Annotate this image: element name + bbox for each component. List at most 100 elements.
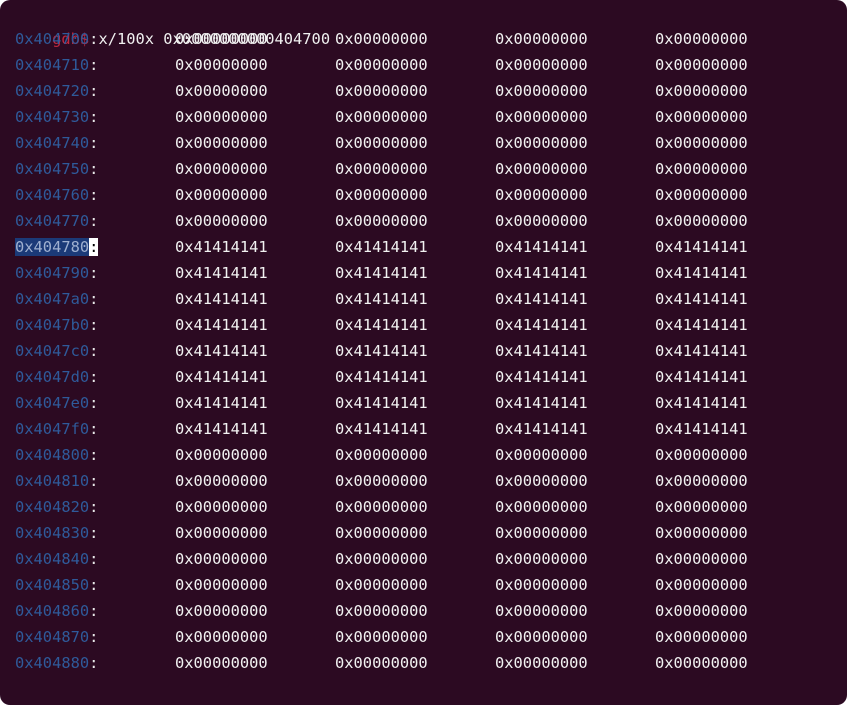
memory-word[interactable]: 0x00000000 bbox=[175, 78, 268, 104]
memory-word[interactable]: 0x00000000 bbox=[335, 572, 428, 598]
memory-word[interactable]: 0x41414141 bbox=[175, 312, 268, 338]
memory-word[interactable]: 0x41414141 bbox=[175, 234, 268, 260]
memory-word[interactable]: 0x41414141 bbox=[655, 260, 748, 286]
memory-address[interactable]: 0x404720 bbox=[15, 82, 89, 100]
memory-word[interactable]: 0x00000000 bbox=[655, 104, 748, 130]
memory-word[interactable]: 0x00000000 bbox=[335, 598, 428, 624]
memory-address[interactable]: 0x4047c0 bbox=[15, 342, 89, 360]
memory-word[interactable]: 0x41414141 bbox=[335, 260, 428, 286]
memory-address[interactable]: 0x404810 bbox=[15, 472, 89, 490]
memory-word[interactable]: 0x00000000 bbox=[335, 78, 428, 104]
memory-word[interactable]: 0x00000000 bbox=[175, 598, 268, 624]
memory-word[interactable]: 0x00000000 bbox=[335, 182, 428, 208]
memory-address[interactable]: 0x404870 bbox=[15, 628, 89, 646]
memory-word[interactable]: 0x00000000 bbox=[175, 104, 268, 130]
memory-word[interactable]: 0x00000000 bbox=[495, 442, 588, 468]
memory-word[interactable]: 0x00000000 bbox=[655, 182, 748, 208]
memory-word[interactable]: 0x00000000 bbox=[655, 494, 748, 520]
memory-word[interactable]: 0x00000000 bbox=[495, 572, 588, 598]
memory-word[interactable]: 0x00000000 bbox=[175, 208, 268, 234]
memory-word[interactable]: 0x00000000 bbox=[335, 520, 428, 546]
memory-address[interactable]: 0x404750 bbox=[15, 160, 89, 178]
memory-word[interactable]: 0x00000000 bbox=[655, 572, 748, 598]
memory-word[interactable]: 0x00000000 bbox=[175, 156, 268, 182]
memory-word[interactable]: 0x00000000 bbox=[175, 572, 268, 598]
memory-word[interactable]: 0x41414141 bbox=[175, 286, 268, 312]
memory-word[interactable]: 0x41414141 bbox=[655, 390, 748, 416]
memory-address-selected[interactable]: 0x404780 bbox=[15, 238, 90, 256]
memory-word[interactable]: 0x00000000 bbox=[495, 52, 588, 78]
terminal-window[interactable]: gdb$ x/100x 0x0000000000404700 0x404700:… bbox=[0, 0, 847, 705]
memory-word[interactable]: 0x41414141 bbox=[655, 364, 748, 390]
memory-word[interactable]: 0x00000000 bbox=[495, 104, 588, 130]
memory-word[interactable]: 0x00000000 bbox=[495, 78, 588, 104]
memory-word[interactable]: 0x00000000 bbox=[175, 468, 268, 494]
memory-word[interactable]: 0x00000000 bbox=[495, 26, 588, 52]
memory-word[interactable]: 0x00000000 bbox=[335, 650, 428, 676]
memory-word[interactable]: 0x00000000 bbox=[655, 156, 748, 182]
memory-word[interactable]: 0x00000000 bbox=[335, 494, 428, 520]
memory-word[interactable]: 0x41414141 bbox=[335, 312, 428, 338]
memory-address[interactable]: 0x404730 bbox=[15, 108, 89, 126]
memory-word[interactable]: 0x41414141 bbox=[175, 416, 268, 442]
memory-word[interactable]: 0x00000000 bbox=[175, 130, 268, 156]
memory-word[interactable]: 0x41414141 bbox=[335, 364, 428, 390]
memory-word[interactable]: 0x41414141 bbox=[335, 286, 428, 312]
memory-word[interactable]: 0x41414141 bbox=[495, 234, 588, 260]
memory-word[interactable]: 0x00000000 bbox=[655, 546, 748, 572]
memory-address[interactable]: 0x404820 bbox=[15, 498, 89, 516]
memory-word[interactable]: 0x00000000 bbox=[655, 78, 748, 104]
memory-word[interactable]: 0x41414141 bbox=[495, 338, 588, 364]
memory-word[interactable]: 0x00000000 bbox=[335, 104, 428, 130]
memory-address[interactable]: 0x404860 bbox=[15, 602, 89, 620]
memory-address[interactable]: 0x404710 bbox=[15, 56, 89, 74]
memory-address[interactable]: 0x404850 bbox=[15, 576, 89, 594]
memory-address[interactable]: 0x4047e0 bbox=[15, 394, 89, 412]
memory-word[interactable]: 0x41414141 bbox=[655, 338, 748, 364]
memory-word[interactable]: 0x41414141 bbox=[335, 416, 428, 442]
memory-word[interactable]: 0x41414141 bbox=[495, 312, 588, 338]
memory-address[interactable]: 0x404880 bbox=[15, 654, 89, 672]
memory-word[interactable]: 0x41414141 bbox=[495, 364, 588, 390]
memory-word[interactable]: 0x00000000 bbox=[175, 494, 268, 520]
memory-address[interactable]: 0x404830 bbox=[15, 524, 89, 542]
memory-address[interactable]: 0x404800 bbox=[15, 446, 89, 464]
memory-word[interactable]: 0x00000000 bbox=[335, 624, 428, 650]
memory-word[interactable]: 0x00000000 bbox=[175, 520, 268, 546]
memory-word[interactable]: 0x41414141 bbox=[495, 416, 588, 442]
memory-word[interactable]: 0x41414141 bbox=[655, 416, 748, 442]
memory-word[interactable]: 0x00000000 bbox=[495, 468, 588, 494]
memory-word[interactable]: 0x00000000 bbox=[175, 442, 268, 468]
memory-address[interactable]: 0x4047a0 bbox=[15, 290, 89, 308]
memory-address[interactable]: 0x404790 bbox=[15, 264, 89, 282]
memory-word[interactable]: 0x00000000 bbox=[335, 52, 428, 78]
memory-word[interactable]: 0x00000000 bbox=[335, 442, 428, 468]
memory-word[interactable]: 0x00000000 bbox=[495, 650, 588, 676]
memory-word[interactable]: 0x00000000 bbox=[175, 26, 268, 52]
memory-word[interactable]: 0x41414141 bbox=[495, 260, 588, 286]
memory-word[interactable]: 0x00000000 bbox=[495, 598, 588, 624]
memory-word[interactable]: 0x41414141 bbox=[175, 260, 268, 286]
memory-address[interactable]: 0x4047f0 bbox=[15, 420, 89, 438]
memory-word[interactable]: 0x00000000 bbox=[335, 130, 428, 156]
memory-word[interactable]: 0x41414141 bbox=[335, 338, 428, 364]
memory-word[interactable]: 0x00000000 bbox=[335, 156, 428, 182]
memory-word[interactable]: 0x00000000 bbox=[175, 546, 268, 572]
memory-word[interactable]: 0x41414141 bbox=[335, 390, 428, 416]
memory-word[interactable]: 0x00000000 bbox=[335, 208, 428, 234]
memory-word[interactable]: 0x00000000 bbox=[495, 182, 588, 208]
memory-word[interactable]: 0x41414141 bbox=[655, 286, 748, 312]
memory-word[interactable]: 0x00000000 bbox=[655, 52, 748, 78]
memory-word[interactable]: 0x41414141 bbox=[655, 234, 748, 260]
memory-address[interactable]: 0x404700 bbox=[15, 30, 89, 48]
memory-word[interactable]: 0x00000000 bbox=[175, 52, 268, 78]
memory-word[interactable]: 0x41414141 bbox=[175, 364, 268, 390]
memory-word[interactable]: 0x00000000 bbox=[175, 182, 268, 208]
memory-word[interactable]: 0x00000000 bbox=[335, 26, 428, 52]
memory-word[interactable]: 0x00000000 bbox=[655, 130, 748, 156]
memory-word[interactable]: 0x00000000 bbox=[175, 650, 268, 676]
memory-word[interactable]: 0x41414141 bbox=[175, 338, 268, 364]
memory-word[interactable]: 0x41414141 bbox=[495, 390, 588, 416]
memory-word[interactable]: 0x00000000 bbox=[655, 442, 748, 468]
memory-word[interactable]: 0x00000000 bbox=[655, 468, 748, 494]
